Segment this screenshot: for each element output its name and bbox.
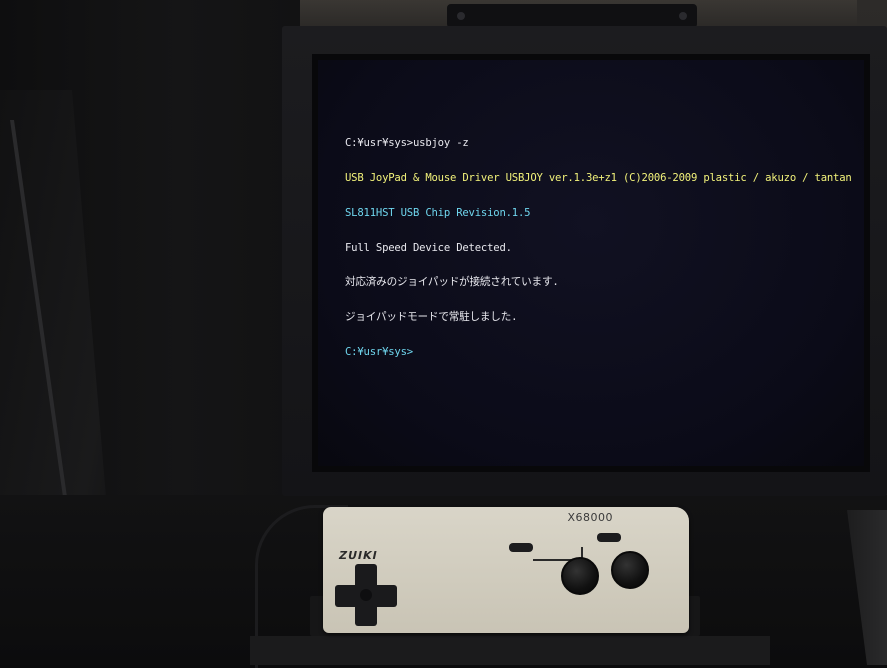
- gamepad: ZUIKI X68000: [323, 507, 689, 633]
- gamepad-brand: ZUIKI: [337, 549, 380, 562]
- bracket-hole: [457, 12, 465, 20]
- terminal-line-prompt: C:¥usr¥sys>: [345, 345, 852, 359]
- b-button[interactable]: [561, 557, 599, 595]
- dpad-center: [360, 589, 372, 601]
- terminal-line-driver: USB JoyPad & Mouse Driver USBJOY ver.1.3…: [345, 171, 852, 184]
- terminal-line-resident: ジョイパッドモードで常駐しました.: [345, 311, 518, 324]
- terminal-line-chip: SL811HST USB Chip Revision.1.5: [345, 206, 531, 219]
- console-base: [250, 636, 770, 665]
- terminal-line-device: Full Speed Device Detected.: [345, 241, 512, 254]
- terminal-line-connected: 対応済みのジョイパッドが接続されています.: [345, 276, 559, 289]
- gamepad-model-logo: X68000: [567, 511, 613, 524]
- monitor: C:¥usr¥sys>usbjoy -z USB JoyPad & Mouse …: [282, 26, 887, 496]
- monitor-screen[interactable]: C:¥usr¥sys>usbjoy -z USB JoyPad & Mouse …: [318, 60, 864, 466]
- monitor-stand-bracket: [447, 4, 697, 28]
- terminal-prompt: C:¥usr¥sys>: [345, 345, 413, 358]
- terminal-line-text: C:¥usr¥sys>usbjoy -z: [345, 137, 469, 150]
- bracket-hole: [679, 12, 687, 20]
- select-button[interactable]: [509, 543, 533, 552]
- monitor-bezel: C:¥usr¥sys>usbjoy -z USB JoyPad & Mouse …: [312, 54, 870, 472]
- terminal-output: C:¥usr¥sys>usbjoy -z USB JoyPad & Mouse …: [345, 115, 852, 382]
- terminal-line-command: C:¥usr¥sys>usbjoy -z: [345, 137, 852, 150]
- start-button[interactable]: [597, 533, 621, 542]
- a-button[interactable]: [611, 551, 649, 589]
